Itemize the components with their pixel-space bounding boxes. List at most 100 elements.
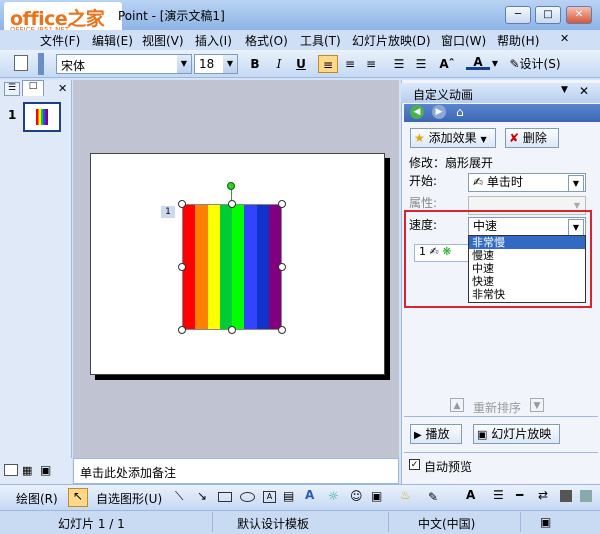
new-slide-icon[interactable] [14, 55, 28, 71]
grow-font-icon[interactable]: Aˆ [437, 55, 457, 73]
sorter-view-icon[interactable]: ▦ [22, 464, 32, 477]
rotation-handle[interactable] [227, 182, 235, 190]
pane-title: 自定义动画 [413, 88, 474, 102]
resize-handle[interactable] [228, 326, 236, 334]
move-down-icon[interactable]: ▼ [530, 398, 544, 412]
autopreview-label: 自动预览 [424, 460, 473, 474]
resize-handle[interactable] [278, 200, 286, 208]
notes-pane[interactable]: 单击此处添加备注 [73, 458, 399, 484]
add-effect-button[interactable]: ★ 添加效果 ▼ [410, 128, 496, 148]
chevron-down-icon[interactable]: ▼ [568, 219, 584, 236]
3d-style-icon[interactable] [580, 490, 592, 502]
resize-handle[interactable] [178, 263, 186, 271]
numbering-icon[interactable]: ☰ [390, 55, 408, 73]
slide-canvas[interactable]: 1 [90, 153, 385, 375]
bullets-icon[interactable]: ☰ [412, 55, 430, 73]
bold-button[interactable]: B [246, 55, 264, 73]
speed-combo[interactable]: 中速 ▼ [468, 217, 586, 236]
arrow-style-icon[interactable]: ⇄ [538, 488, 548, 502]
close-doc-icon[interactable]: ✕ [560, 32, 569, 45]
chevron-down-icon[interactable]: ▼ [223, 55, 237, 73]
menu-slideshow[interactable]: 幻灯片放映(D) [352, 32, 431, 49]
align-center-icon[interactable]: ≡ [341, 55, 359, 73]
menu-help[interactable]: 帮助(H) [497, 32, 539, 49]
diagram-icon[interactable]: ☼ [328, 489, 339, 503]
italic-button[interactable]: I [270, 55, 288, 73]
menu-format[interactable]: 格式(O) [245, 32, 288, 49]
status-language: 中文(中国) [418, 517, 476, 531]
clipart-icon[interactable]: ☺ [350, 489, 363, 503]
menu-insert[interactable]: 插入(I) [195, 32, 232, 49]
slides-tab-icon[interactable]: □ [22, 80, 44, 96]
speed-option[interactable]: 非常慢 [469, 236, 585, 249]
speed-option[interactable]: 中速 [469, 262, 585, 275]
speed-option[interactable]: 慢速 [469, 249, 585, 262]
add-effect-label: 添加效果 [428, 131, 477, 145]
slideshow-view-icon[interactable]: ▣ [40, 463, 51, 477]
chevron-down-icon[interactable]: ▼ [568, 175, 584, 192]
font-name-value: 宋体 [61, 59, 86, 73]
delete-button[interactable]: ✘ 删除 [505, 128, 559, 148]
outline-tab-icon[interactable]: ☰ [4, 82, 20, 96]
font-name-combo[interactable]: 宋体 ▼ [56, 54, 192, 74]
slide-thumbnail[interactable] [23, 102, 61, 132]
speed-option[interactable]: 快速 [469, 275, 585, 288]
status-slide: 幻灯片 1 / 1 [58, 517, 125, 531]
rainbow-shape[interactable] [182, 204, 282, 330]
minimize-button[interactable]: ─ [505, 6, 531, 24]
align-left-icon[interactable]: ≡ [318, 55, 338, 73]
picture-icon[interactable]: ▣ [371, 489, 382, 503]
menu-window[interactable]: 窗口(W) [441, 32, 486, 49]
move-up-icon[interactable]: ▲ [450, 398, 464, 412]
resize-handle[interactable] [278, 263, 286, 271]
menu-file[interactable]: 文件(F) [40, 32, 80, 49]
font-size-combo[interactable]: 18 ▼ [194, 54, 238, 74]
font-color-icon[interactable]: A [466, 488, 475, 502]
forward-icon[interactable]: ▶ [432, 105, 446, 119]
menu-edit[interactable]: 编辑(E) [92, 32, 133, 49]
close-panel-icon[interactable]: ✕ [58, 82, 67, 95]
close-icon[interactable]: ✕ [579, 84, 589, 98]
align-right-icon[interactable]: ≡ [362, 55, 380, 73]
chevron-down-icon[interactable]: ▼ [177, 55, 191, 73]
oval-icon[interactable] [240, 492, 255, 502]
menu-view[interactable]: 视图(V) [142, 32, 184, 49]
line-color-icon[interactable]: ✎ [428, 490, 438, 504]
line-style-icon[interactable]: ☰ [493, 488, 504, 502]
underline-button[interactable]: U [292, 55, 310, 73]
select-pointer-icon[interactable]: ↖ [68, 488, 88, 507]
resize-handle[interactable] [228, 200, 236, 208]
rectangle-icon[interactable] [218, 492, 232, 502]
vertical-textbox-icon[interactable]: ▤ [283, 489, 294, 503]
resize-handle[interactable] [178, 200, 186, 208]
animation-list-item[interactable]: 1 ✍ ❋ [414, 244, 470, 262]
menu-tools[interactable]: 工具(T) [300, 32, 341, 49]
autoshapes-menu[interactable]: 自选图形(U) [96, 490, 162, 507]
maximize-button[interactable]: □ [535, 6, 561, 24]
textbox-icon[interactable]: A [263, 491, 276, 503]
design-button[interactable]: ✎设计(S) [505, 55, 565, 73]
resize-handle[interactable] [178, 326, 186, 334]
modify-label: 修改：扇形展开 [409, 156, 494, 170]
wordart-icon[interactable]: A [305, 488, 314, 502]
resize-handle[interactable] [278, 326, 286, 334]
slides-panel: ☰ □ ✕ 1 [0, 80, 72, 458]
shadow-style-icon[interactable] [560, 490, 572, 502]
home-icon[interactable]: ⌂ [456, 105, 464, 119]
slideshow-button[interactable]: ▣ 幻灯片放映 [473, 424, 560, 444]
dash-style-icon[interactable]: ━ [516, 488, 523, 502]
draw-menu[interactable]: 绘图(R) [16, 490, 58, 507]
speed-option[interactable]: 非常快 [469, 288, 585, 301]
arrow-icon[interactable]: ↘ [197, 489, 207, 503]
play-button[interactable]: ▶ 播放 [410, 424, 462, 444]
fill-color-icon[interactable]: ♨ [400, 488, 411, 502]
chevron-down-icon[interactable]: ▼ [490, 55, 500, 73]
close-button[interactable]: ✕ [566, 6, 592, 24]
start-combo[interactable]: ✍ 单击时 ▼ [468, 173, 586, 192]
normal-view-icon[interactable] [4, 464, 18, 476]
font-color-icon[interactable]: A [466, 55, 490, 70]
line-icon[interactable]: ⟍ [175, 489, 183, 504]
chevron-down-icon[interactable]: ▼ [561, 85, 568, 95]
autopreview-checkbox[interactable]: ✓ [409, 459, 420, 470]
back-icon[interactable]: ◀ [410, 105, 424, 119]
